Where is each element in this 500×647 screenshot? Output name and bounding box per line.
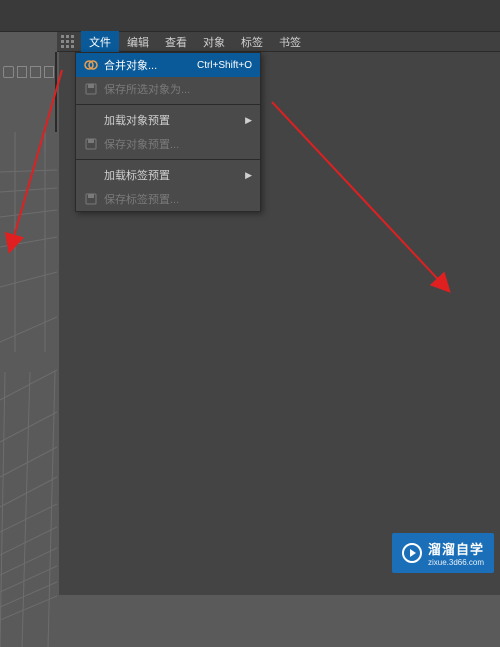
tool-icon-1[interactable] bbox=[3, 66, 14, 78]
menu-merge-object[interactable]: 合并对象... Ctrl+Shift+O bbox=[76, 53, 260, 77]
menu-load-object-preset[interactable]: 加载对象预置 ▶ bbox=[76, 108, 260, 132]
separator bbox=[76, 104, 260, 105]
menu-bar: 文件 编辑 查看 对象 标签 书签 bbox=[57, 32, 500, 52]
tool-icon-3[interactable] bbox=[30, 66, 41, 78]
menu-shortcut: Ctrl+Shift+O bbox=[197, 60, 252, 71]
menu-file[interactable]: 文件 bbox=[81, 31, 119, 53]
watermark: 溜溜自学 zixue.3d66.com bbox=[392, 533, 494, 573]
menu-edit[interactable]: 编辑 bbox=[119, 31, 157, 53]
tool-icon-2[interactable] bbox=[17, 66, 28, 78]
grid-icon[interactable] bbox=[61, 35, 75, 49]
menu-view[interactable]: 查看 bbox=[157, 31, 195, 53]
menu-item-label: 保存所选对象为... bbox=[104, 81, 252, 97]
save-icon bbox=[84, 137, 98, 151]
menu-load-tag-preset[interactable]: 加载标签预置 ▶ bbox=[76, 163, 260, 187]
chevron-right-icon: ▶ bbox=[245, 115, 252, 126]
menu-tag[interactable]: 标签 bbox=[233, 31, 271, 53]
menu-save-selected[interactable]: 保存所选对象为... bbox=[76, 77, 260, 101]
menu-item-label: 保存对象预置... bbox=[104, 136, 252, 152]
menu-item-label: 加载对象预置 bbox=[104, 112, 252, 128]
viewport[interactable] bbox=[0, 132, 57, 647]
menu-item-label: 加载标签预置 bbox=[104, 167, 252, 183]
menu-save-object-preset[interactable]: 保存对象预置... bbox=[76, 132, 260, 156]
chevron-right-icon: ▶ bbox=[245, 170, 252, 181]
top-bar bbox=[0, 0, 500, 32]
save-icon bbox=[84, 82, 98, 96]
menu-item-label: 保存标签预置... bbox=[104, 191, 252, 207]
blank-icon bbox=[84, 113, 98, 127]
menu-item-label: 合并对象... bbox=[104, 57, 185, 73]
menu-object[interactable]: 对象 bbox=[195, 31, 233, 53]
left-panel bbox=[0, 52, 57, 595]
menu-save-tag-preset[interactable]: 保存标签预置... bbox=[76, 187, 260, 211]
menu-bookmark[interactable]: 书签 bbox=[271, 31, 309, 53]
blank-icon bbox=[84, 168, 98, 182]
file-dropdown: 合并对象... Ctrl+Shift+O 保存所选对象为... 加载对象预置 ▶… bbox=[75, 52, 261, 212]
play-icon bbox=[402, 543, 422, 563]
separator bbox=[76, 159, 260, 160]
save-icon bbox=[84, 192, 98, 206]
merge-icon bbox=[84, 58, 98, 72]
watermark-title: 溜溜自学 bbox=[428, 539, 484, 558]
tool-icon-4[interactable] bbox=[44, 66, 55, 78]
watermark-url: zixue.3d66.com bbox=[428, 558, 484, 567]
left-toolbar bbox=[0, 62, 57, 82]
